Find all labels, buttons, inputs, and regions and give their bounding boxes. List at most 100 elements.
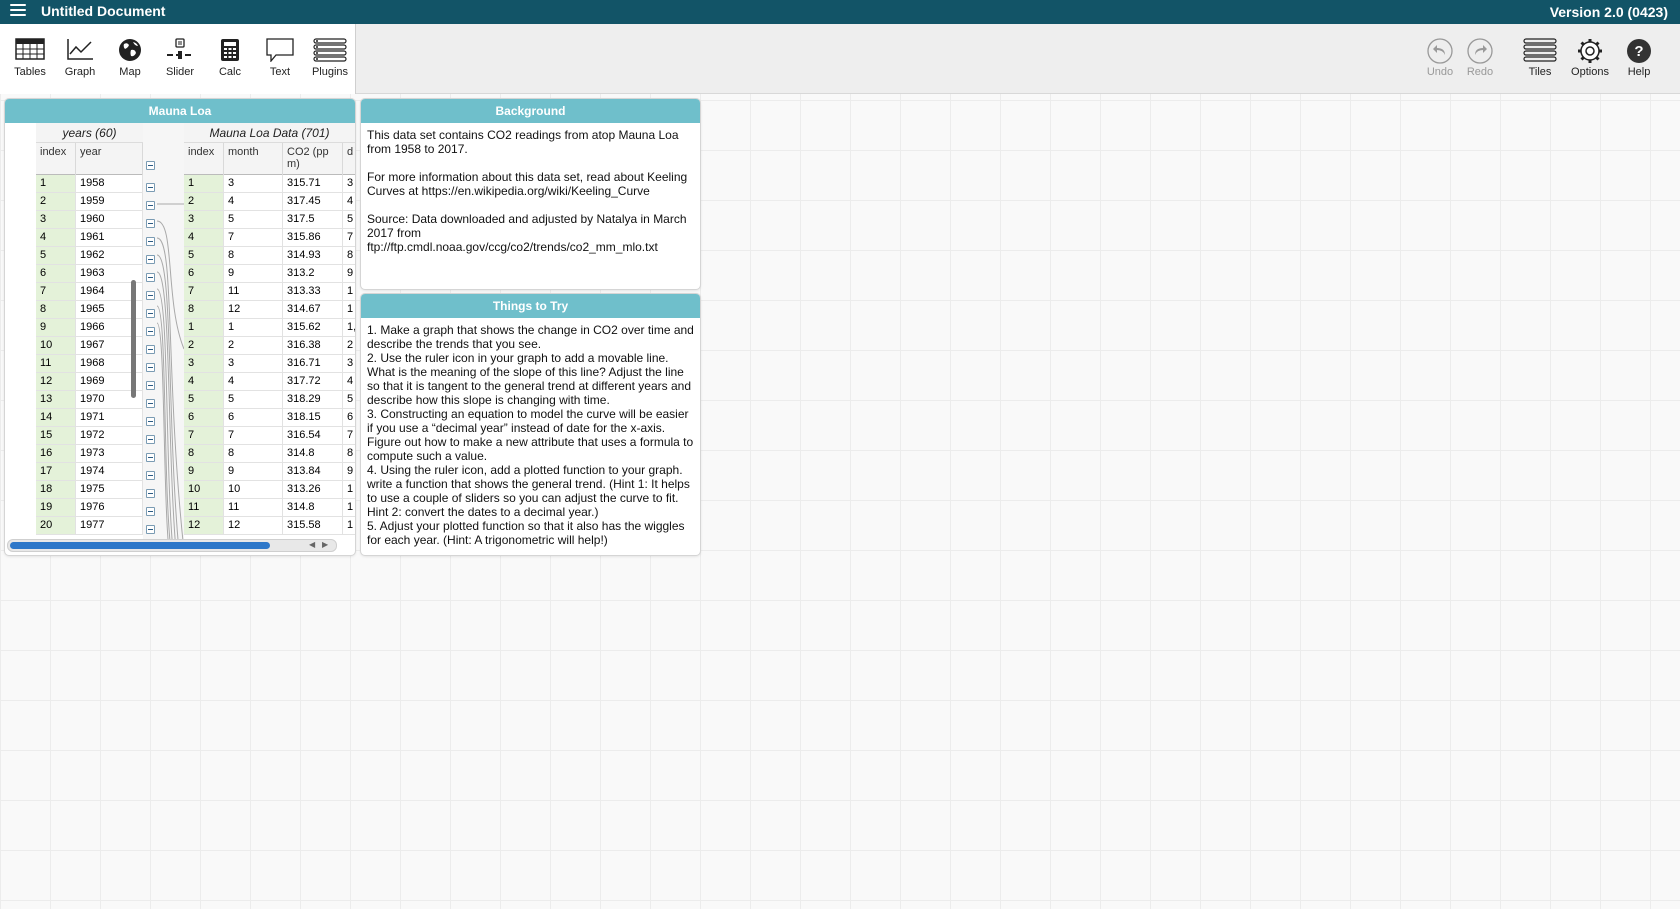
index-cell[interactable]: 10 bbox=[184, 481, 224, 498]
graph-button[interactable]: Graph bbox=[55, 24, 105, 94]
index-cell[interactable]: 18 bbox=[36, 481, 76, 498]
table-row[interactable]: 10 1967 bbox=[36, 337, 143, 355]
things-to-try-title[interactable]: Things to Try bbox=[361, 294, 700, 318]
table-row[interactable]: 17 1974 bbox=[36, 463, 143, 481]
index-cell[interactable]: 1 bbox=[184, 175, 224, 192]
plugins-button[interactable]: Plugins bbox=[305, 24, 355, 94]
month-cell[interactable]: 4 bbox=[224, 193, 283, 210]
month-cell[interactable]: 11 bbox=[224, 283, 283, 300]
background-title[interactable]: Background bbox=[361, 99, 700, 123]
index-cell[interactable]: 4 bbox=[36, 229, 76, 246]
map-button[interactable]: Map bbox=[105, 24, 155, 94]
index-cell[interactable]: 14 bbox=[36, 409, 76, 426]
index-cell[interactable]: 2 bbox=[184, 193, 224, 210]
attr-header-d[interactable]: d bbox=[343, 143, 355, 175]
year-cell[interactable]: 1971 bbox=[76, 409, 143, 426]
d-cell[interactable]: 4 bbox=[343, 193, 355, 210]
d-cell[interactable]: 8 bbox=[343, 445, 355, 462]
year-cell[interactable]: 1977 bbox=[76, 517, 143, 534]
d-cell[interactable]: 2 bbox=[343, 337, 355, 354]
year-cell[interactable]: 1973 bbox=[76, 445, 143, 462]
table-row[interactable]: 11 11 314.8 1 bbox=[184, 499, 355, 517]
index-cell[interactable]: 3 bbox=[184, 211, 224, 228]
year-cell[interactable]: 1975 bbox=[76, 481, 143, 498]
month-cell[interactable]: 12 bbox=[224, 301, 283, 318]
co2-cell[interactable]: 316.54 bbox=[283, 427, 343, 444]
index-cell[interactable]: 2 bbox=[184, 337, 224, 354]
d-cell[interactable]: 5 bbox=[343, 391, 355, 408]
co2-cell[interactable]: 315.58 bbox=[283, 517, 343, 534]
d-cell[interactable]: 9 bbox=[343, 265, 355, 282]
table-row[interactable]: 6 1963 bbox=[36, 265, 143, 283]
index-cell[interactable]: 2 bbox=[36, 193, 76, 210]
table-row[interactable]: 7 7 316.54 7 bbox=[184, 427, 355, 445]
co2-cell[interactable]: 313.2 bbox=[283, 265, 343, 282]
tiles-button[interactable]: Tiles bbox=[1515, 24, 1565, 94]
table-row[interactable]: 12 12 315.58 1 bbox=[184, 517, 355, 535]
table-row[interactable]: 3 3 316.71 3 bbox=[184, 355, 355, 373]
index-cell[interactable]: 7 bbox=[36, 283, 76, 300]
table-row[interactable]: 20 1977 bbox=[36, 517, 143, 535]
month-cell[interactable]: 4 bbox=[224, 373, 283, 390]
table-row[interactable]: 4 4 317.72 4 bbox=[184, 373, 355, 391]
index-cell[interactable]: 20 bbox=[36, 517, 76, 534]
table-row[interactable]: 3 5 317.5 5 bbox=[184, 211, 355, 229]
month-cell[interactable]: 12 bbox=[224, 517, 283, 534]
index-cell[interactable]: 8 bbox=[184, 301, 224, 318]
index-cell[interactable]: 16 bbox=[36, 445, 76, 462]
index-cell[interactable]: 13 bbox=[36, 391, 76, 408]
index-cell[interactable]: 15 bbox=[36, 427, 76, 444]
d-cell[interactable]: 1 bbox=[343, 481, 355, 498]
index-cell[interactable]: 11 bbox=[36, 355, 76, 372]
year-cell[interactable]: 1960 bbox=[76, 211, 143, 228]
table-row[interactable]: 8 8 314.8 8 bbox=[184, 445, 355, 463]
co2-cell[interactable]: 317.5 bbox=[283, 211, 343, 228]
year-cell[interactable]: 1958 bbox=[76, 175, 143, 192]
table-row[interactable]: 18 1975 bbox=[36, 481, 143, 499]
year-cell[interactable]: 1961 bbox=[76, 229, 143, 246]
table-row[interactable]: 7 1964 bbox=[36, 283, 143, 301]
table-row[interactable]: 8 12 314.67 1 bbox=[184, 301, 355, 319]
d-cell[interactable]: 3 bbox=[343, 175, 355, 192]
table-row[interactable]: 6 9 313.2 9 bbox=[184, 265, 355, 283]
index-cell[interactable]: 7 bbox=[184, 427, 224, 444]
month-cell[interactable]: 5 bbox=[224, 211, 283, 228]
table-row[interactable]: 10 10 313.26 1 bbox=[184, 481, 355, 499]
table-row[interactable]: 5 1962 bbox=[36, 247, 143, 265]
month-cell[interactable]: 9 bbox=[224, 265, 283, 282]
index-cell[interactable]: 8 bbox=[184, 445, 224, 462]
index-cell[interactable]: 9 bbox=[184, 463, 224, 480]
vertical-scrollbar[interactable] bbox=[131, 280, 136, 398]
index-cell[interactable]: 6 bbox=[184, 265, 224, 282]
case-table-tile[interactable]: Mauna Loa years (60) index year 1 1958 2 19… bbox=[5, 99, 355, 555]
year-cell[interactable]: 1974 bbox=[76, 463, 143, 480]
attr-header-co2[interactable]: CO2 (pp m) bbox=[283, 143, 343, 175]
slider-button[interactable]: Slider bbox=[155, 24, 205, 94]
co2-cell[interactable]: 317.45 bbox=[283, 193, 343, 210]
co2-cell[interactable]: 313.84 bbox=[283, 463, 343, 480]
table-row[interactable]: 9 1966 bbox=[36, 319, 143, 337]
hamburger-menu-icon[interactable] bbox=[10, 4, 26, 18]
index-cell[interactable]: 8 bbox=[36, 301, 76, 318]
table-row[interactable]: 1 3 315.71 3 bbox=[184, 175, 355, 193]
month-cell[interactable]: 9 bbox=[224, 463, 283, 480]
d-cell[interactable]: 8 bbox=[343, 247, 355, 264]
table-row[interactable]: 16 1973 bbox=[36, 445, 143, 463]
things-to-try-text[interactable]: 1. Make a graph that shows the change in… bbox=[361, 318, 700, 552]
month-cell[interactable]: 10 bbox=[224, 481, 283, 498]
index-cell[interactable]: 9 bbox=[36, 319, 76, 336]
co2-cell[interactable]: 315.71 bbox=[283, 175, 343, 192]
co2-cell[interactable]: 315.62 bbox=[283, 319, 343, 336]
co2-cell[interactable]: 314.67 bbox=[283, 301, 343, 318]
d-cell[interactable]: 1 bbox=[343, 301, 355, 318]
d-cell[interactable]: 7 bbox=[343, 229, 355, 246]
tables-button[interactable]: Tables bbox=[5, 24, 55, 94]
month-cell[interactable]: 3 bbox=[224, 355, 283, 372]
d-cell[interactable]: 1, bbox=[343, 319, 355, 336]
month-cell[interactable]: 5 bbox=[224, 391, 283, 408]
month-cell[interactable]: 11 bbox=[224, 499, 283, 516]
table-row[interactable]: 12 1969 bbox=[36, 373, 143, 391]
index-cell[interactable]: 5 bbox=[184, 247, 224, 264]
month-cell[interactable]: 3 bbox=[224, 175, 283, 192]
co2-cell[interactable]: 314.93 bbox=[283, 247, 343, 264]
